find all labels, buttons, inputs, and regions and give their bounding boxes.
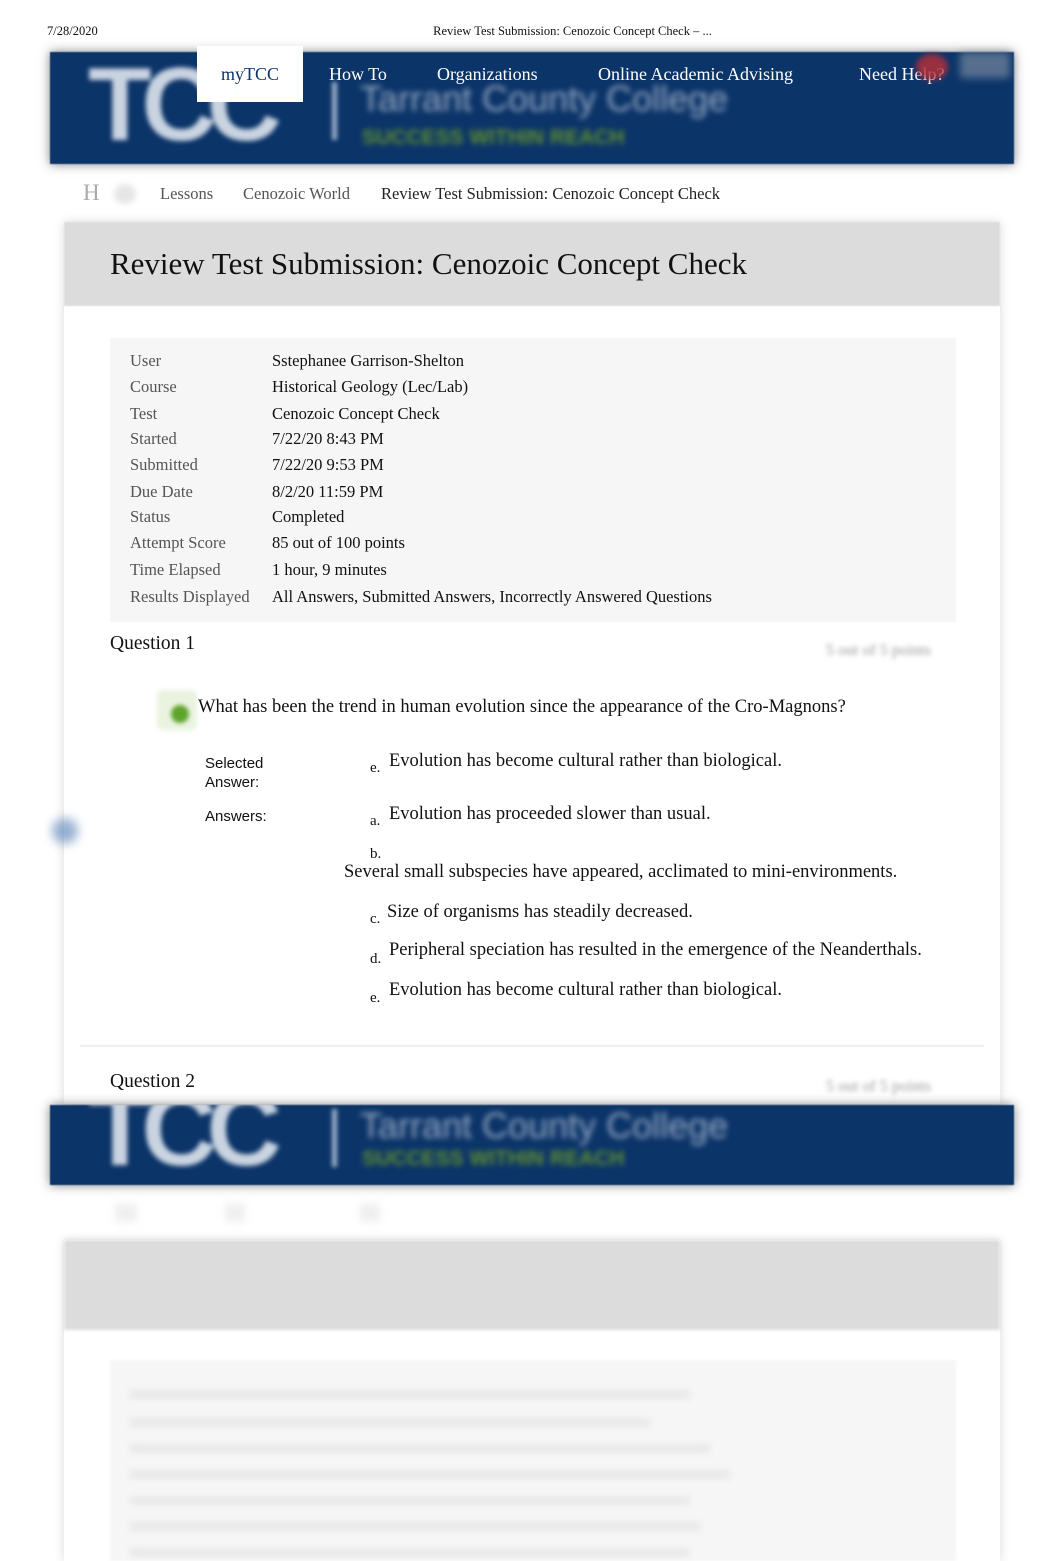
breadcrumb-current: Review Test Submission: Cenozoic Concept… [381,184,721,203]
correct-answer-icon [157,690,197,730]
selected-answer-text: Evolution has become cultural rather tha… [389,751,782,771]
site-banner-repeat: TCC Tarrant County College SUCCESS WITHI… [50,1105,1014,1185]
print-header: 7/28/2020 Review Test Submission: Cenozo… [0,24,1062,42]
info-value: Completed [272,507,345,526]
nav-item-online-academic-advising[interactable]: Online Academic Advising [598,64,793,85]
info-label: Time Elapsed [130,560,221,579]
answer-text: Peripheral speciation has resulted in th… [389,940,922,960]
info-label: Test [130,404,158,423]
answer-letter: c. [370,911,381,927]
info-label: Course [130,377,177,396]
breadcrumb-lessons[interactable]: Lessons [160,184,213,204]
breadcrumb-menu-icon[interactable] [114,184,136,204]
nav-item-mytcc[interactable]: myTCC [197,46,303,102]
college-name: Tarrant County College [360,1105,729,1146]
info-label: Attempt Score [130,533,226,552]
ghost-row [130,1444,710,1453]
question-1-text: What has been the trend in human evoluti… [198,697,846,717]
breadcrumb-cenozoic-world[interactable]: Cenozoic World [243,184,350,204]
info-label: Due Date [130,482,193,501]
selected-answer-letter: e. [370,760,381,776]
breadcrumb-ghost [360,1204,380,1222]
breadcrumb: H Lessons Cenozoic World Review Test Sub… [0,180,1062,206]
info-value: Cenozoic Concept Check [272,404,440,423]
title-bar-repeat [64,1240,1000,1330]
info-value: 7/22/20 9:53 PM [272,455,384,474]
college-tagline: SUCCESS WITHIN REACH [362,1147,625,1170]
answer-letter: e. [370,990,381,1006]
user-menu-icon[interactable] [960,52,1010,78]
correct-check-icon [171,705,189,723]
selected-answer-label: Selected Answer: [205,755,264,791]
info-value: 8/2/20 11:59 PM [272,482,384,501]
side-scroll-marker-icon[interactable] [52,818,78,844]
info-value: All Answers, Submitted Answers, Incorrec… [272,587,712,606]
info-label: Started [130,429,177,448]
info-value: 7/22/20 8:43 PM [272,429,384,448]
answer-text: Size of organisms has steadily decreased… [387,902,693,922]
answer-text: Evolution has proceeded slower than usua… [389,804,711,824]
page-title: Review Test Submission: Cenozoic Concept… [110,246,747,281]
main-nav: myTCC How To Organizations Online Academ… [0,46,1062,102]
breadcrumb-ghost [225,1204,245,1222]
question-1-points: 5 out of 5 points [826,642,931,659]
ghost-row [130,1522,700,1531]
info-value: 85 out of 100 points [272,533,405,552]
info-value: Sstephanee Garrison-Shelton [272,351,464,370]
answers-label: Answers: [205,808,267,825]
answer-letter: b. [370,846,382,862]
answer-letter: d. [370,951,382,967]
nav-item-how-to[interactable]: How To [329,64,387,85]
answer-text: Evolution has become cultural rather tha… [389,980,782,1000]
info-value: Historical Geology (Lec/Lab) [272,377,469,396]
question-separator [80,1045,984,1047]
question-1-heading: Question 1 [110,633,196,654]
tcc-logo: TCC [88,1105,282,1185]
question-2-points: 5 out of 5 points [826,1078,931,1095]
answer-letter: a. [370,813,381,829]
question-2-heading: Question 2 [110,1071,196,1092]
info-label: Status [130,507,171,526]
notification-badge-icon[interactable] [916,54,948,80]
info-label: Results Displayed [130,587,250,606]
ghost-row [130,1390,690,1399]
print-title: Review Test Submission: Cenozoic Concept… [433,24,712,38]
info-label: Submitted [130,455,198,474]
ghost-row [130,1418,650,1427]
college-tagline: SUCCESS WITHIN REACH [362,126,625,149]
banner-divider [332,1109,337,1167]
answer-text: Several small subspecies have appeared, … [344,862,898,882]
info-label: User [130,351,162,370]
nav-item-organizations[interactable]: Organizations [437,64,538,85]
ghost-row [130,1548,690,1557]
ghost-row [130,1470,730,1479]
ghost-row [130,1496,690,1505]
submission-info-box [110,338,956,622]
home-icon[interactable]: H [83,180,100,206]
info-value: 1 hour, 9 minutes [272,560,387,579]
breadcrumb-ghost [115,1204,137,1222]
